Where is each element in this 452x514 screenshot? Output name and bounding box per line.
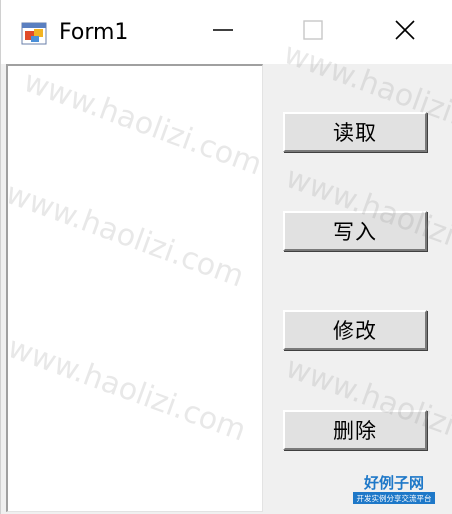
delete-button[interactable]: 删除 (283, 410, 427, 450)
close-button[interactable] (367, 0, 443, 64)
logo-subtitle: 开发实例分享交流平台 (357, 493, 432, 503)
edit-button[interactable]: 修改 (283, 310, 427, 350)
maximize-icon (302, 19, 324, 45)
logo-title: 好例子网 (363, 474, 424, 492)
write-button[interactable]: 写入 (283, 211, 427, 251)
title-bar[interactable]: Form1 (1, 0, 452, 64)
minimize-icon (212, 19, 234, 45)
minimize-button[interactable] (185, 0, 261, 64)
form1-window: Form1 读取 写入 修改 删除 www.haolizi.com www.ha… (0, 0, 452, 514)
list-box[interactable] (6, 64, 263, 512)
close-icon (394, 19, 416, 45)
read-button[interactable]: 读取 (283, 112, 427, 152)
maximize-button[interactable] (275, 0, 351, 64)
window-title: Form1 (59, 20, 129, 45)
form-app-icon (21, 20, 47, 46)
site-logo: 好例子网 开发实例分享交流平台 (353, 470, 435, 506)
